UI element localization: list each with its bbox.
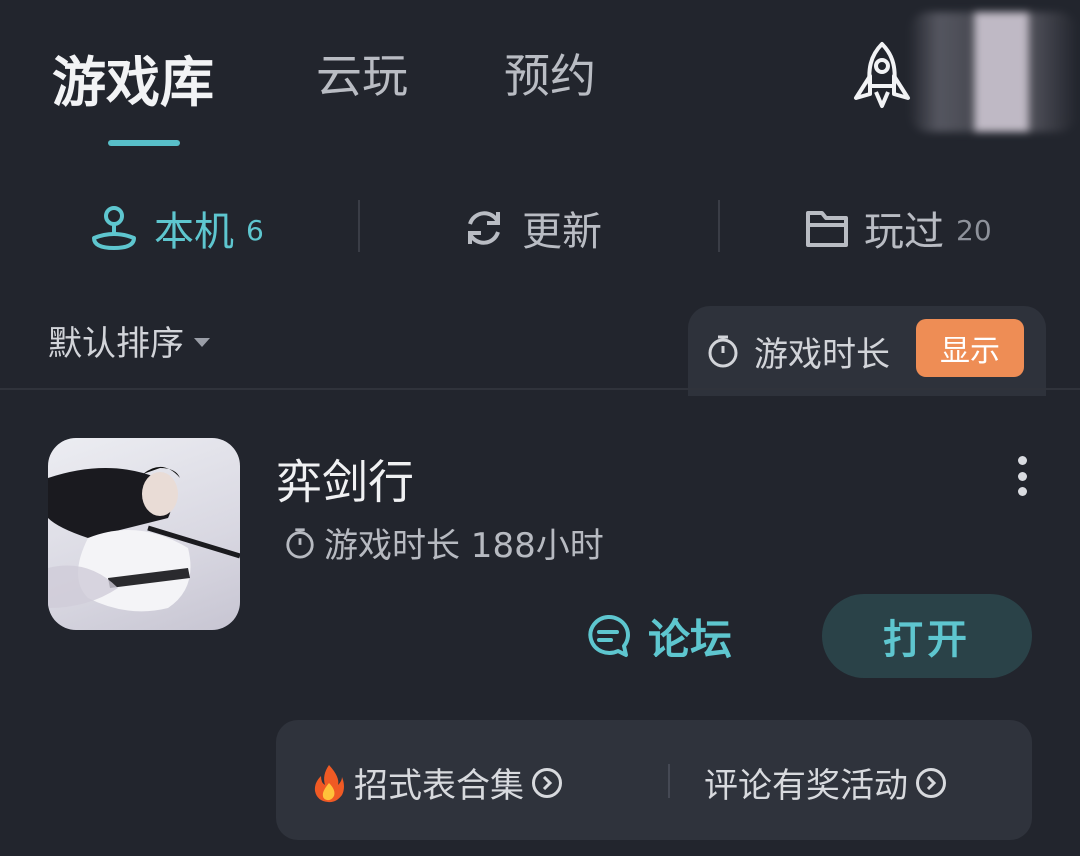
subtab-local[interactable]: 本机 6	[88, 198, 264, 258]
divider	[0, 388, 1080, 390]
game-library-screen: 游戏库 云玩 预约 本机 6 更新 玩过 20 默认排序 游戏时长 显示 弈剑行…	[0, 0, 1080, 856]
caret-down-icon	[194, 338, 210, 347]
moves-list-link[interactable]: 招式表合集	[312, 758, 562, 807]
game-playtime-text: 游戏时长 188小时	[324, 526, 604, 566]
chat-bubble-icon	[588, 614, 630, 657]
stopwatch-icon	[286, 527, 314, 559]
subtab-local-label: 本机	[154, 209, 234, 255]
forum-label: 论坛	[648, 614, 733, 664]
open-game-button[interactable]: 打开	[822, 594, 1032, 678]
subtab-update-label: 更新	[522, 209, 602, 255]
forum-button[interactable]: 论坛	[584, 606, 732, 666]
rocket-icon[interactable]	[848, 40, 916, 112]
game-extras-bar: 招式表合集 评论有奖活动	[276, 720, 1032, 840]
game-playtime: 游戏时长 188小时	[284, 518, 604, 567]
tab-cloud-play[interactable]: 云玩	[316, 40, 408, 106]
chevron-right-icon	[916, 767, 946, 798]
divider	[358, 200, 360, 252]
subtab-played-count: 20	[956, 213, 992, 247]
avatar[interactable]	[908, 12, 1078, 132]
refresh-icon	[468, 211, 500, 245]
tab-reservation[interactable]: 预约	[504, 40, 596, 106]
more-options-icon[interactable]	[1010, 456, 1034, 496]
divider	[668, 764, 670, 798]
comment-reward-label: 评论有奖活动	[704, 766, 908, 806]
show-playtime-button[interactable]: 显示	[916, 319, 1024, 377]
sort-label: 默认排序	[48, 324, 184, 364]
chevron-right-icon	[532, 767, 562, 798]
active-tab-indicator	[108, 140, 180, 146]
stopwatch-icon	[708, 335, 738, 368]
fire-icon	[314, 764, 344, 802]
playtime-toggle-label: 游戏时长	[754, 334, 890, 375]
tab-game-library[interactable]: 游戏库	[52, 38, 214, 117]
game-artwork	[48, 466, 240, 612]
comment-reward-link[interactable]: 评论有奖活动	[704, 758, 946, 807]
subtab-local-count: 6	[246, 213, 264, 247]
subtab-played[interactable]: 玩过 20	[804, 198, 992, 258]
playtime-toggle: 游戏时长 显示	[688, 306, 1046, 396]
divider	[718, 200, 720, 252]
moves-list-label: 招式表合集	[354, 766, 524, 806]
subtab-played-label: 玩过	[864, 209, 944, 255]
subtab-update[interactable]: 更新	[460, 198, 602, 258]
folder-icon	[806, 211, 848, 247]
game-title[interactable]: 弈剑行	[276, 446, 414, 512]
sort-dropdown[interactable]: 默认排序	[48, 316, 210, 365]
joystick-icon	[92, 206, 136, 250]
game-icon[interactable]	[48, 438, 240, 630]
